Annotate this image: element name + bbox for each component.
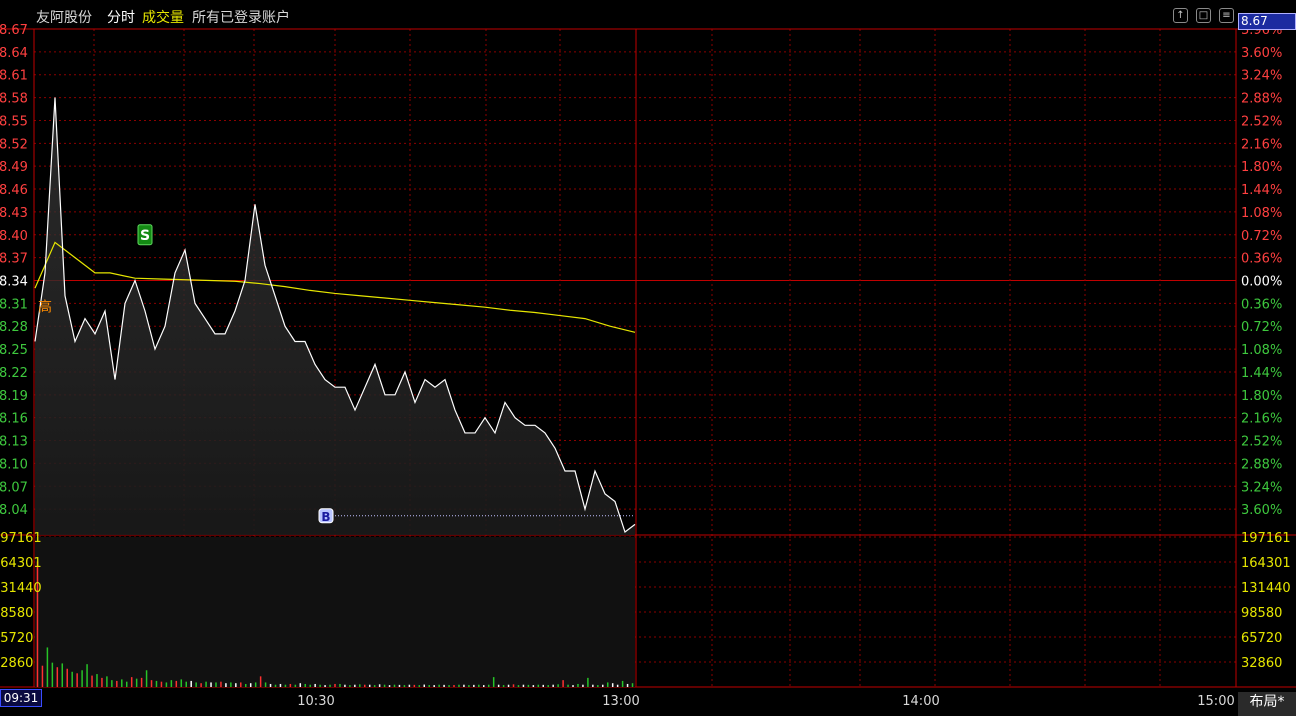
price-tick-label: 8.52 [0, 137, 28, 152]
price-area-fill [35, 97, 635, 535]
price-tick-label: 8.31 [0, 297, 28, 312]
price-tick-label: 8.13 [0, 435, 28, 450]
percent-tick-label: 1.80% [1241, 389, 1282, 404]
percent-tick-label: 1.08% [1241, 343, 1282, 358]
percent-tick-label: 0.72% [1241, 229, 1282, 244]
price-tick-label: 8.19 [0, 389, 28, 404]
price-tick-label: 8.40 [0, 229, 28, 244]
intraday-chart[interactable]: 8.67 3.96%8.64 3.60%8.61 3.24%8.58 2.88%8.55… [0, 0, 1296, 716]
volume-tick-label: 131440 [0, 581, 42, 596]
percent-tick-label: 3.60% [1241, 46, 1282, 61]
price-tick-label: 8.64 [0, 46, 28, 61]
mode-label[interactable]: 分时 [107, 7, 135, 27]
percent-tick-label: 3.60% [1241, 503, 1282, 518]
price-tick-label: 8.67 [0, 23, 28, 38]
price-tick-label: 8.28 [0, 320, 28, 335]
stock-name[interactable]: 友阿股份 [36, 7, 92, 27]
percent-tick-label: 0.36% [1241, 297, 1282, 312]
volume-tick-label-right: 197161 [1241, 531, 1291, 546]
buy-marker-label: B [321, 510, 330, 524]
price-tick-label: 8.49 [0, 160, 28, 175]
percent-tick-label: 2.16% [1241, 137, 1282, 152]
percent-tick-label: 2.16% [1241, 412, 1282, 427]
restore-icon[interactable]: □ [1196, 8, 1211, 23]
high-marker-label: 高 [38, 298, 52, 315]
volume-tick-label-right: 32860 [1241, 656, 1282, 671]
time-tick-label: 13:00 [602, 694, 639, 709]
price-tick-label: 8.22 [0, 366, 28, 381]
price-badge: 8.67 [1238, 13, 1296, 30]
time-tick-label: 15:00 [1197, 694, 1234, 709]
layout-button[interactable]: 布局* [1238, 692, 1296, 716]
price-tick-label: 8.16 [0, 412, 28, 427]
price-tick-label: 8.04 [0, 503, 28, 518]
volume-area-shade [35, 537, 635, 687]
percent-tick-label: 2.52% [1241, 114, 1282, 129]
percent-tick-label: 2.88% [1241, 92, 1282, 107]
volume-tick-label: 197161 [0, 531, 42, 546]
price-tick-label: 8.37 [0, 252, 28, 267]
volume-tick-label: 65720 [0, 631, 33, 646]
price-tick-label: 8.61 [0, 69, 28, 84]
price-tick-label: 8.46 [0, 183, 28, 198]
cursor-time-badge: 09:31 [0, 689, 42, 707]
price-tick-label: 8.25 [0, 343, 28, 358]
percent-tick-label: 2.88% [1241, 457, 1282, 472]
volume-tick-label-right: 98580 [1241, 606, 1282, 621]
percent-tick-label: 3.24% [1241, 69, 1282, 84]
price-tick-label: 8.58 [0, 92, 28, 107]
percent-tick-label: 0.72% [1241, 320, 1282, 335]
price-tick-label: 8.34 [0, 275, 28, 290]
volume-tick-label: 32860 [0, 656, 33, 671]
percent-tick-label: 1.80% [1241, 160, 1282, 175]
volume-tick-label-right: 131440 [1241, 581, 1291, 596]
volume-tick-label-right: 65720 [1241, 631, 1282, 646]
account-label[interactable]: 所有已登录账户 [192, 7, 290, 27]
percent-tick-label: 0.00% [1241, 275, 1282, 290]
price-tick-label: 8.55 [0, 114, 28, 129]
price-tick-label: 8.43 [0, 206, 28, 221]
price-tick-label: 8.07 [0, 480, 28, 495]
percent-tick-label: 1.44% [1241, 183, 1282, 198]
percent-tick-label: 2.52% [1241, 435, 1282, 450]
volume-tick-label: 164301 [0, 556, 42, 571]
time-tick-label: 14:00 [902, 694, 939, 709]
percent-tick-label: 1.44% [1241, 366, 1282, 381]
up-arrow-icon[interactable]: ↑ [1173, 8, 1188, 23]
time-tick-label: 10:30 [297, 694, 334, 709]
volume-tick-label: 98580 [0, 606, 33, 621]
sell-marker-label: S [140, 228, 150, 244]
indicator-label[interactable]: 成交量 [142, 7, 184, 27]
percent-tick-label: 0.36% [1241, 252, 1282, 267]
price-tick-label: 8.10 [0, 457, 28, 472]
percent-tick-label: 3.24% [1241, 480, 1282, 495]
volume-tick-label-right: 164301 [1241, 556, 1291, 571]
percent-tick-label: 1.08% [1241, 206, 1282, 221]
settings-icon[interactable]: ≡ [1219, 8, 1234, 23]
